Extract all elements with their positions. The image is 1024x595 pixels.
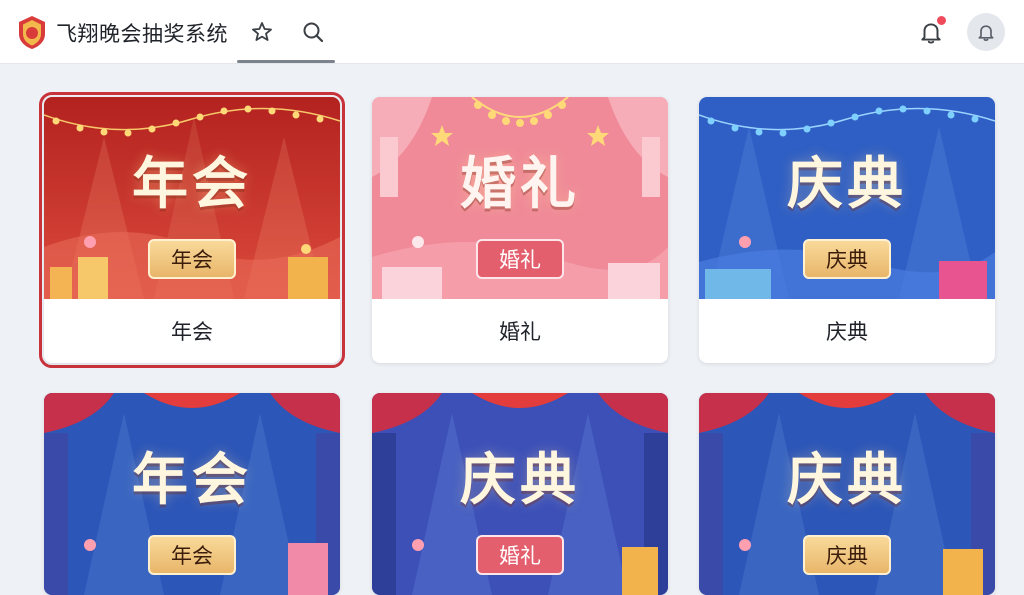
card-label: 婚礼: [499, 320, 541, 344]
card-title: 年会: [132, 152, 252, 217]
notification-badge: [936, 15, 947, 26]
favorites-button[interactable]: [246, 16, 278, 48]
app-title: 飞翔晚会抽奖系统: [56, 22, 228, 46]
user-avatar[interactable]: [967, 13, 1005, 51]
tab-active-indicator: [237, 60, 335, 63]
card-tag: 庆典: [803, 239, 891, 279]
avatar-bell-icon: [978, 25, 994, 41]
template-card-wedding[interactable]: 婚礼 婚礼 婚礼: [372, 97, 668, 363]
card-banner: 庆典 婚礼: [372, 393, 668, 595]
template-card-celebration-stage[interactable]: 庆典 婚礼: [372, 393, 668, 595]
template-card-annual-party-stage[interactable]: 年会 年会: [44, 393, 340, 595]
card-tag: 年会: [148, 239, 236, 279]
search-button[interactable]: [297, 16, 329, 48]
logo-icon: [16, 14, 48, 50]
card-tag: 婚礼: [476, 239, 564, 279]
card-title: 庆典: [787, 152, 907, 217]
card-banner: 年会 年会: [44, 97, 340, 299]
notifications-button[interactable]: [915, 15, 947, 48]
star-icon: [252, 22, 272, 41]
card-banner: 年会 年会: [44, 393, 340, 595]
template-card-celebration[interactable]: 庆典 庆典 庆典: [699, 97, 995, 363]
card-tag: 年会: [148, 535, 236, 575]
card-banner: 庆典 庆典: [699, 393, 995, 595]
template-card-annual-party[interactable]: 年会 年会 年会: [39, 92, 345, 368]
card-banner: 婚礼 婚礼: [372, 97, 668, 299]
card-label: 庆典: [826, 320, 868, 344]
template-card-celebration-stage-2[interactable]: 庆典 庆典: [699, 393, 995, 595]
card-tag: 庆典: [803, 535, 891, 575]
card-title: 婚礼: [460, 152, 580, 217]
search-icon: [303, 22, 324, 43]
card-title: 庆典: [460, 448, 580, 513]
card-banner: 庆典 庆典: [699, 97, 995, 299]
card-label: 年会: [171, 320, 213, 344]
top-bar: 飞翔晚会抽奖系统: [0, 0, 1024, 64]
card-title: 年会: [132, 448, 252, 513]
card-tag: 婚礼: [476, 535, 564, 575]
card-title: 庆典: [787, 448, 907, 513]
